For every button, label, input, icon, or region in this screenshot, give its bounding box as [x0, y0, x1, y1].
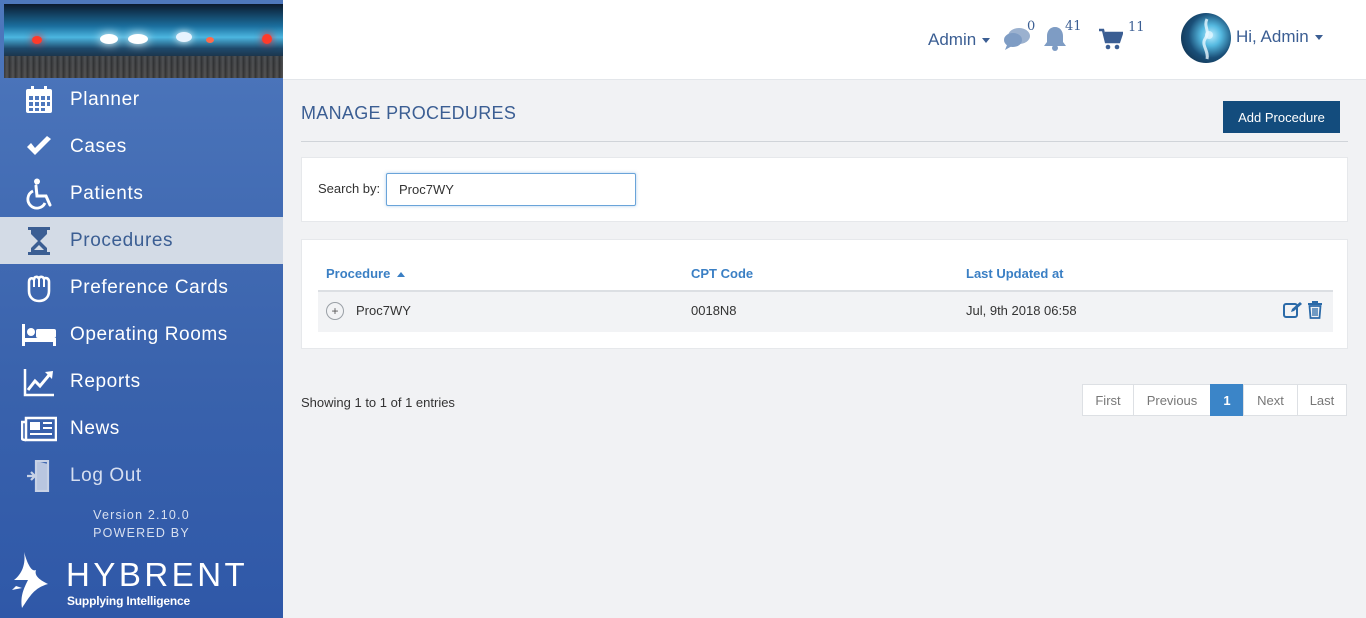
cart-icon[interactable] — [1099, 28, 1124, 55]
pagination-next[interactable]: Next — [1243, 384, 1298, 416]
avatar[interactable] — [1181, 13, 1231, 63]
calendar-icon — [0, 85, 70, 115]
admin-menu[interactable]: Admin — [928, 30, 991, 50]
sidebar: Planner Cases Patients Procedures Prefer… — [0, 0, 283, 618]
hybrent-logo: HYBRENT Supplying Intelligence — [10, 548, 270, 612]
newspaper-icon — [0, 416, 70, 442]
column-header-cpt-code[interactable]: CPT Code — [691, 266, 753, 281]
version-info: Version 2.10.0 POWERED BY — [0, 506, 283, 542]
sidebar-item-label: Reports — [70, 370, 141, 392]
trash-icon[interactable] — [1307, 301, 1323, 324]
pagination-previous[interactable]: Previous — [1133, 384, 1211, 416]
chevron-down-icon — [982, 38, 991, 44]
top-header: Admin 0 41 11 Hi, Admin — [283, 0, 1366, 80]
version-text: Version 2.10.0 — [93, 508, 190, 522]
banner-image — [4, 4, 283, 78]
glove-icon — [0, 273, 70, 303]
brand-name: HYBRENT — [66, 556, 249, 593]
sidebar-item-logout[interactable]: Log Out — [0, 452, 283, 499]
notifications-count: 41 — [1065, 19, 1082, 34]
procedures-table: Procedure CPT Code Last Updated at + Pro… — [301, 239, 1348, 349]
column-header-last-updated[interactable]: Last Updated at — [966, 266, 1064, 281]
powered-by-text: POWERED BY — [93, 526, 190, 540]
line-chart-icon — [0, 367, 70, 397]
sidebar-item-label: Log Out — [70, 464, 142, 486]
bed-icon — [0, 322, 70, 348]
sidebar-item-reports[interactable]: Reports — [0, 358, 283, 405]
sidebar-item-planner[interactable]: Planner — [0, 76, 283, 123]
sidebar-item-operating-rooms[interactable]: Operating Rooms — [0, 311, 283, 358]
checkmark-icon — [0, 132, 70, 162]
sidebar-item-label: Patients — [70, 182, 144, 204]
page-title: MANAGE PROCEDURES — [301, 103, 517, 123]
column-header-procedure[interactable]: Procedure — [326, 266, 405, 281]
search-label: Search by: — [318, 181, 381, 196]
search-panel: Search by: — [301, 157, 1348, 222]
column-header-label: Procedure — [326, 266, 391, 281]
pagination-first[interactable]: First — [1082, 384, 1134, 416]
sort-asc-icon — [396, 272, 405, 277]
sidebar-item-news[interactable]: News — [0, 405, 283, 452]
sidebar-item-cases[interactable]: Cases — [0, 123, 283, 170]
search-input[interactable] — [386, 173, 636, 206]
sidebar-item-label: Procedures — [70, 229, 174, 251]
sidebar-item-label: Cases — [70, 135, 127, 157]
pagination-page-1[interactable]: 1 — [1210, 384, 1244, 416]
edit-icon[interactable] — [1283, 301, 1303, 324]
logout-door-icon — [0, 459, 70, 492]
sidebar-item-label: Operating Rooms — [70, 323, 228, 345]
bird-logo-icon — [12, 552, 48, 608]
sidebar-item-label: Preference Cards — [70, 276, 229, 298]
add-procedure-button[interactable]: Add Procedure — [1223, 101, 1340, 133]
expand-row-icon[interactable]: + — [326, 302, 344, 320]
wheelchair-icon — [0, 178, 70, 210]
cart-count: 11 — [1128, 20, 1145, 35]
hourglass-icon — [0, 226, 70, 256]
user-greeting: Hi, Admin — [1236, 27, 1309, 46]
sidebar-item-procedures[interactable]: Procedures — [0, 217, 283, 264]
sidebar-item-label: News — [70, 417, 120, 439]
cell-procedure: Proc7WY — [356, 303, 411, 318]
pagination-last[interactable]: Last — [1297, 384, 1347, 416]
entries-info: Showing 1 to 1 of 1 entries — [301, 395, 455, 410]
admin-menu-label: Admin — [928, 30, 977, 49]
bell-icon[interactable] — [1043, 25, 1067, 56]
sidebar-item-label: Planner — [70, 88, 140, 110]
user-menu[interactable]: Hi, Admin — [1236, 27, 1323, 47]
brand-tagline: Supplying Intelligence — [67, 594, 190, 608]
sidebar-nav: Planner Cases Patients Procedures Prefer… — [0, 76, 283, 499]
cell-cpt-code: 0018N8 — [691, 303, 737, 318]
chevron-down-icon — [1314, 35, 1323, 41]
title-divider — [301, 141, 1348, 142]
cell-last-updated: Jul, 9th 2018 06:58 — [966, 303, 1077, 318]
messages-count: 0 — [1027, 19, 1036, 34]
sidebar-item-patients[interactable]: Patients — [0, 170, 283, 217]
pagination: First Previous 1 Next Last — [1082, 384, 1347, 416]
sidebar-item-preference-cards[interactable]: Preference Cards — [0, 264, 283, 311]
table-row: + Proc7WY 0018N8 Jul, 9th 2018 06:58 — [318, 292, 1333, 332]
